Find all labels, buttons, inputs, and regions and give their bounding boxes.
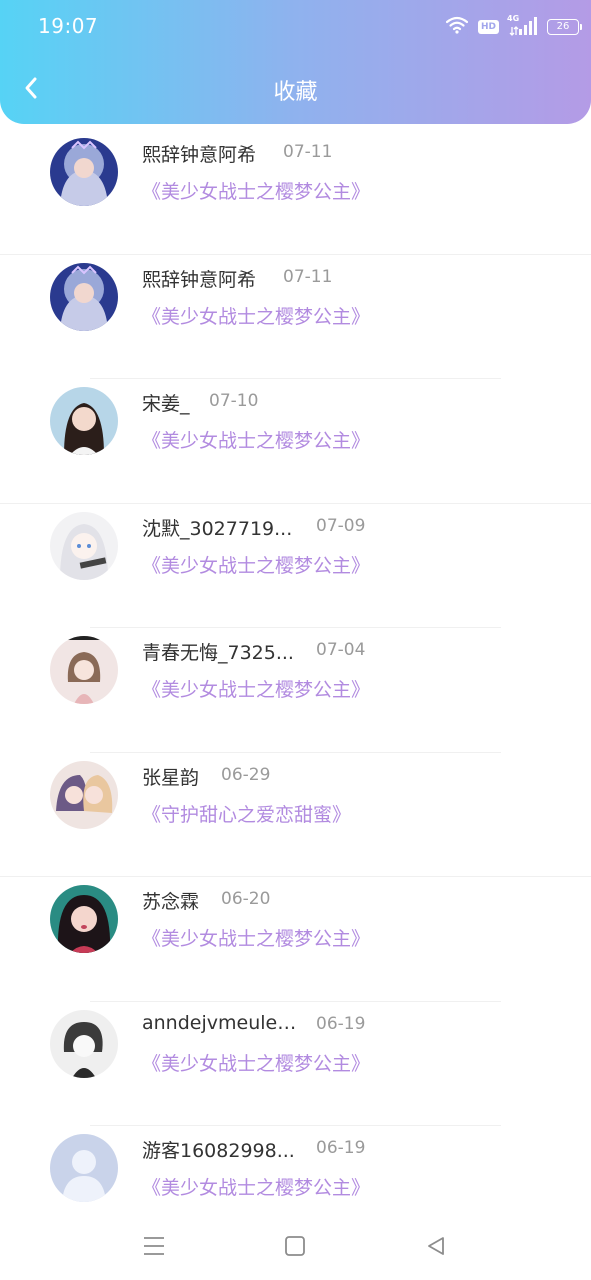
favorite-date: 07-11 [283,266,333,287]
back-nav-button[interactable] [418,1228,454,1264]
favorite-item[interactable]: 熙辞钟意阿希 07-11 《美少女战士之樱梦公主》 [0,130,591,255]
favorite-item[interactable]: 青春无悔_7325... 07-04 《美少女战士之樱梦公主》 [0,628,591,753]
menu-button[interactable] [136,1228,172,1264]
page-title: 收藏 [273,80,318,105]
user-name[interactable]: 游客16082998... [142,1136,295,1163]
wifi-icon [445,16,469,38]
favorite-date: 07-04 [316,640,366,660]
favorite-item[interactable]: 宋姜_ 07-10 《美少女战士之樱梦公主》 [0,379,591,504]
favorite-item[interactable]: 沈默_3027719... 07-09 《美少女战士之樱梦公主》 [0,504,591,628]
nav-bar: 收藏 [0,52,591,124]
user-name[interactable]: anndejvmeulec... [142,1012,302,1034]
avatar-white-anime[interactable] [50,511,118,580]
user-name[interactable]: 青春无悔_7325... [142,638,294,665]
favorite-item[interactable]: anndejvmeulec... 06-19 《美少女战士之樱梦公主》 [0,1002,591,1126]
user-name[interactable]: 宋姜_ [142,389,190,416]
status-time: 19:07 [38,14,99,38]
hd-icon: HD [477,20,499,34]
battery-icon: 26 [547,19,582,35]
favorite-date: 06-29 [221,764,271,785]
user-name[interactable]: 熙辞钟意阿希 [142,140,256,167]
favorite-item[interactable]: 张星韵 06-29 《守护甜心之爱恋甜蜜》 [0,753,591,877]
system-nav-bar [0,1210,591,1280]
header-bar: 19:07 HD 4G 26 收藏 [0,0,591,124]
avatar-anime-couple[interactable] [50,760,118,829]
favorite-date: 07-10 [209,391,259,411]
favorite-item[interactable]: 熙辞钟意阿希 07-11 《美少女战士之樱梦公主》 [0,255,591,379]
status-bar: 19:07 HD 4G 26 [0,0,591,52]
favorite-date: 07-11 [283,142,333,162]
work-title[interactable]: 《美少女战士之樱梦公主》 [142,302,370,329]
back-triangle-icon [428,1237,444,1255]
work-title[interactable]: 《美少女战士之樱梦公主》 [142,551,370,578]
avatar-anime-princess[interactable] [50,138,118,206]
work-title[interactable]: 《守护甜心之爱恋甜蜜》 [142,800,351,827]
work-title[interactable]: 《美少女战士之樱梦公主》 [142,1173,370,1200]
avatar-chibi-girl[interactable] [50,636,118,704]
user-name[interactable]: 苏念霖 [142,887,199,914]
work-title[interactable]: 《美少女战士之樱梦公主》 [142,675,370,702]
favorite-date: 07-09 [316,515,366,536]
user-name[interactable]: 张星韵 [142,763,199,790]
work-title[interactable]: 《美少女战士之樱梦公主》 [142,177,370,204]
favorite-item[interactable]: 苏念霖 06-20 《美少女战士之樱梦公主》 [0,877,591,1002]
avatar-sketch-boy[interactable] [50,1009,118,1078]
favorite-date: 06-19 [316,1138,366,1158]
home-square-icon [285,1236,305,1256]
work-title[interactable]: 《美少女战士之樱梦公主》 [142,1049,370,1076]
avatar-default-user[interactable] [50,1134,118,1202]
home-button[interactable] [277,1228,313,1264]
signal-icon: 4G [507,14,537,37]
avatar-anime-princess[interactable] [50,262,118,331]
favorite-date: 06-19 [316,1013,366,1034]
favorites-list: 熙辞钟意阿希 07-11 《美少女战士之樱梦公主》 熙辞钟意阿希 07-11 《… [0,130,591,1251]
user-name[interactable]: 熙辞钟意阿希 [142,265,256,292]
work-title[interactable]: 《美少女战士之樱梦公主》 [142,426,370,453]
status-icons: HD 4G 26 [445,14,582,38]
favorite-date: 06-20 [221,889,271,909]
menu-icon [144,1237,164,1255]
avatar-idol-girl[interactable] [50,885,118,953]
work-title[interactable]: 《美少女战士之樱梦公主》 [142,924,370,951]
user-name[interactable]: 沈默_3027719... [142,514,292,541]
avatar-girl-photo[interactable] [50,387,118,455]
